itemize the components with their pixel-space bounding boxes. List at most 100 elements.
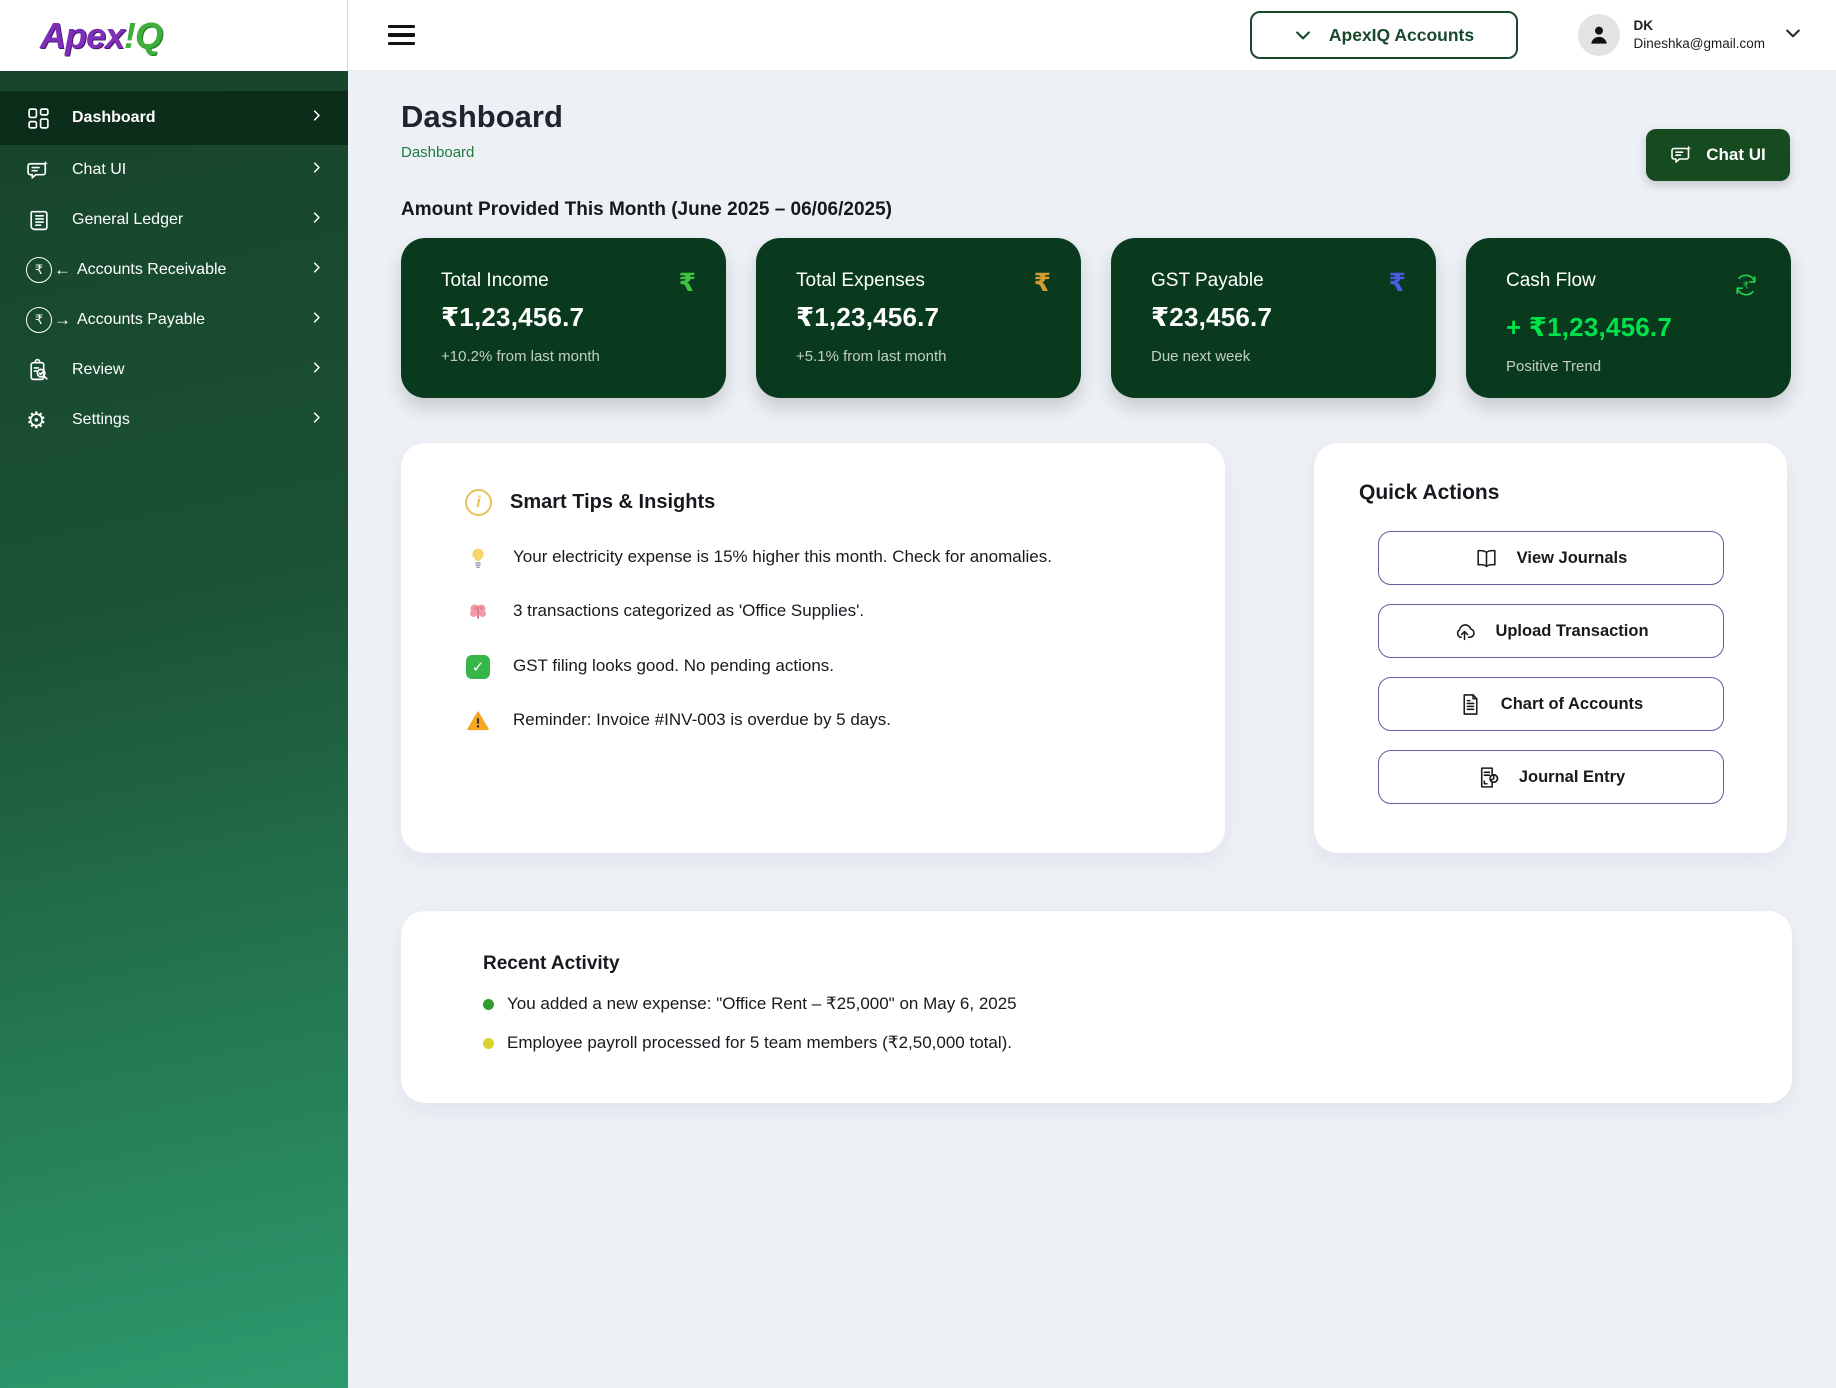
tip-text: GST filing looks good. No pending action…: [513, 653, 834, 679]
apexiq-logo: Apex!Q: [40, 15, 162, 57]
stat-note: +10.2% from last month: [441, 348, 696, 365]
page-title: Dashboard: [401, 99, 1791, 135]
stat-note: +5.1% from last month: [796, 348, 1051, 365]
chat-sparkle-icon: [26, 158, 60, 183]
person-icon: [1586, 22, 1612, 48]
dashboard-grid-icon: [26, 106, 60, 131]
gear-icon: ⚙: [26, 409, 60, 432]
lightbulb-icon: [465, 544, 491, 570]
recent-activity-title: Recent Activity: [483, 953, 1732, 975]
chevron-right-icon: [309, 210, 324, 230]
chevron-right-icon: [309, 410, 324, 430]
rupee-receive-icon: ₹←: [26, 257, 71, 283]
section-title: Amount Provided This Month (June 2025 – …: [401, 199, 1791, 221]
tip-item: 3 transactions categorized as 'Office Su…: [465, 598, 1165, 624]
upload-transaction-button[interactable]: Upload Transaction: [1378, 604, 1724, 658]
smart-tips-title: Smart Tips & Insights: [510, 491, 715, 514]
sidebar-item-dashboard[interactable]: Dashboard: [0, 91, 348, 145]
stat-card-gst-payable: GST Payable ₹ ₹23,456.7 Due next week: [1111, 238, 1436, 398]
logo-area: Apex!Q: [0, 0, 348, 71]
rupee-icon: ₹: [679, 270, 696, 295]
stat-label: Total Expenses: [796, 270, 925, 292]
chevron-right-icon: [309, 160, 324, 180]
sidebar-item-review[interactable]: Review: [0, 345, 348, 395]
tip-item: Reminder: Invoice #INV-003 is overdue by…: [465, 707, 1165, 733]
user-info: DK Dineshka@gmail.com: [1634, 17, 1766, 52]
warning-icon: [465, 707, 491, 733]
cloud-upload-icon: [1452, 619, 1477, 644]
main-content: Dashboard Dashboard Chat UI Amount Provi…: [348, 71, 1836, 1388]
sidebar-item-label: Settings: [72, 411, 130, 429]
chat-ui-button[interactable]: Chat UI: [1646, 129, 1790, 181]
quick-action-label: Chart of Accounts: [1501, 695, 1643, 714]
stat-value: ₹1,23,456.7: [796, 302, 1051, 333]
rupee-icon: ₹: [1389, 270, 1406, 295]
chart-of-accounts-button[interactable]: Chart of Accounts: [1378, 677, 1724, 731]
stats-row: Total Income ₹ ₹1,23,456.7 +10.2% from l…: [401, 238, 1791, 398]
chevron-right-icon: [309, 360, 324, 380]
accounts-dropdown-button[interactable]: ApexIQ Accounts: [1250, 11, 1518, 59]
sidebar-item-accounts-payable[interactable]: ₹→ Accounts Payable: [0, 295, 348, 345]
activity-text: Employee payroll processed for 5 team me…: [507, 1033, 1012, 1053]
stat-value: ₹1,23,456.7: [441, 302, 696, 333]
chevron-right-icon: [309, 310, 324, 330]
journal-entry-button[interactable]: Journal Entry: [1378, 750, 1724, 804]
user-name: DK: [1634, 17, 1766, 35]
sidebar-item-label: Review: [72, 361, 124, 379]
sidebar-item-label: Chat UI: [72, 161, 126, 179]
chat-ui-button-label: Chat UI: [1706, 145, 1766, 165]
sidebar-item-general-ledger[interactable]: General Ledger: [0, 195, 348, 245]
tip-text: 3 transactions categorized as 'Office Su…: [513, 598, 864, 624]
journal-entry-icon: [1476, 765, 1501, 790]
topbar: ApexIQ Accounts DK Dineshka@gmail.com: [348, 0, 1836, 71]
quick-action-label: Journal Entry: [1519, 768, 1625, 787]
tip-item: Your electricity expense is 15% higher t…: [465, 544, 1165, 570]
sidebar-item-label: Accounts Receivable: [77, 261, 226, 279]
sidebar: Apex!Q Dashboard Chat UI General Ledger: [0, 0, 348, 1388]
tip-item: ✓ GST filing looks good. No pending acti…: [465, 653, 1165, 679]
sidebar-item-chat-ui[interactable]: Chat UI: [0, 145, 348, 195]
sidebar-item-accounts-receivable[interactable]: ₹← Accounts Receivable: [0, 245, 348, 295]
smart-tips-card: i Smart Tips & Insights Your electricity…: [401, 443, 1225, 853]
stat-value: + ₹1,23,456.7: [1506, 312, 1761, 343]
stat-card-total-income: Total Income ₹ ₹1,23,456.7 +10.2% from l…: [401, 238, 726, 398]
stat-card-cash-flow: Cash Flow ₹ + ₹1,23,456.7 Positive Trend: [1466, 238, 1791, 398]
user-email: Dineshka@gmail.com: [1634, 35, 1766, 53]
logo-text-bang: !: [124, 15, 135, 56]
avatar: [1578, 14, 1620, 56]
view-journals-button[interactable]: View Journals: [1378, 531, 1724, 585]
ledger-icon: [26, 208, 60, 233]
brain-icon: [465, 598, 491, 624]
recent-activity-item: You added a new expense: "Office Rent – …: [483, 994, 1732, 1014]
rupee-pay-icon: ₹→: [26, 307, 71, 333]
sidebar-item-label: Accounts Payable: [77, 311, 205, 329]
chevron-right-icon: [309, 260, 324, 280]
tip-text: Reminder: Invoice #INV-003 is overdue by…: [513, 707, 891, 733]
logo-text-q: Q: [135, 15, 162, 56]
activity-text: You added a new expense: "Office Rent – …: [507, 994, 1017, 1014]
breadcrumb[interactable]: Dashboard: [401, 144, 1791, 161]
chevron-right-icon: [309, 108, 324, 128]
quick-action-label: Upload Transaction: [1495, 622, 1648, 641]
stat-label: Total Income: [441, 270, 549, 292]
stat-note: Positive Trend: [1506, 358, 1761, 375]
rupee-icon: ₹: [1034, 270, 1051, 295]
quick-actions-title: Quick Actions: [1359, 481, 1787, 505]
panels-row: i Smart Tips & Insights Your electricity…: [401, 443, 1791, 853]
chevron-down-icon: [1783, 23, 1803, 48]
sidebar-nav: Dashboard Chat UI General Ledger ₹← Acco…: [0, 71, 348, 445]
activity-dot: [483, 1038, 494, 1049]
user-menu[interactable]: DK Dineshka@gmail.com: [1578, 14, 1804, 56]
hamburger-menu-icon[interactable]: [388, 25, 415, 46]
check-icon: ✓: [465, 653, 491, 679]
document-icon: [1458, 692, 1483, 717]
sidebar-item-label: General Ledger: [72, 211, 183, 229]
stat-card-total-expenses: Total Expenses ₹ ₹1,23,456.7 +5.1% from …: [756, 238, 1081, 398]
open-book-icon: [1474, 546, 1499, 571]
activity-dot: [483, 999, 494, 1010]
review-clipboard-icon: [26, 358, 60, 383]
sidebar-item-settings[interactable]: ⚙ Settings: [0, 395, 348, 445]
chat-sparkle-icon: [1670, 143, 1694, 167]
sidebar-item-label: Dashboard: [72, 109, 156, 127]
quick-action-label: View Journals: [1517, 549, 1628, 568]
